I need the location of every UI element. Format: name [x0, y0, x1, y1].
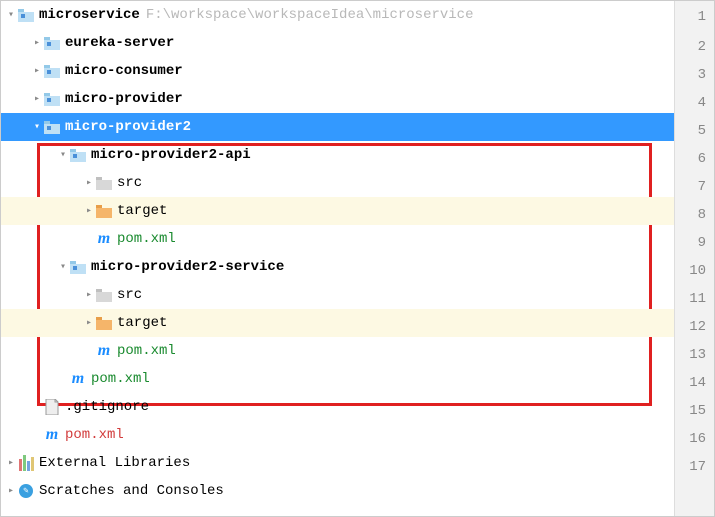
module-name: micro-provider: [65, 91, 183, 107]
line-number: 6: [675, 145, 714, 173]
line-number: 10: [675, 257, 714, 285]
chevron-right-icon[interactable]: ▸: [31, 37, 43, 49]
external-libs-label: External Libraries: [39, 455, 190, 471]
tree-row-root[interactable]: ▾ microservice F:\workspace\workspaceIde…: [1, 1, 674, 29]
module-folder-icon: [43, 90, 61, 108]
maven-icon: m: [69, 370, 87, 388]
module-folder-icon: [69, 258, 87, 276]
line-number: 2: [675, 33, 714, 61]
folder-name: target: [117, 315, 167, 331]
file-name: pom.xml: [65, 427, 124, 443]
maven-icon: m: [95, 342, 113, 360]
line-number: 1: [675, 1, 714, 33]
file-name: pom.xml: [117, 231, 176, 247]
tree-row-file[interactable]: ▸ m pom.xml: [1, 421, 674, 449]
module-folder-icon: [69, 146, 87, 164]
line-number: 13: [675, 341, 714, 369]
tree-row-submodule[interactable]: ▾ micro-provider2-api: [1, 141, 674, 169]
chevron-right-icon[interactable]: ▸: [31, 65, 43, 77]
file-name: pom.xml: [117, 343, 176, 359]
submodule-name: micro-provider2-api: [91, 147, 251, 163]
file-name: pom.xml: [91, 371, 150, 387]
chevron-down-icon[interactable]: ▾: [57, 149, 69, 161]
chevron-down-icon[interactable]: ▾: [57, 261, 69, 273]
submodule-name: micro-provider2-service: [91, 259, 284, 275]
chevron-right-icon[interactable]: ▸: [5, 457, 17, 469]
folder-name: src: [117, 175, 142, 191]
tree-row-file[interactable]: ▸ .gitignore: [1, 393, 674, 421]
folder-name: src: [117, 287, 142, 303]
libraries-icon: [17, 454, 35, 472]
chevron-right-icon[interactable]: ▸: [83, 289, 95, 301]
module-folder-icon: [43, 62, 61, 80]
chevron-down-icon[interactable]: ▾: [5, 9, 17, 21]
folder-name: target: [117, 203, 167, 219]
project-tree: ▾ microservice F:\workspace\workspaceIde…: [1, 1, 674, 516]
module-folder-icon: [43, 34, 61, 52]
file-icon: [43, 398, 61, 416]
line-number: 17: [675, 453, 714, 481]
tree-row-folder[interactable]: ▸ src: [1, 169, 674, 197]
module-name: micro-provider2: [65, 119, 191, 135]
tree-row-module-selected[interactable]: ▾ micro-provider2: [1, 113, 674, 141]
tree-row-file[interactable]: ▸ m pom.xml: [1, 365, 674, 393]
line-number: 7: [675, 173, 714, 201]
maven-icon: m: [95, 230, 113, 248]
line-number: 15: [675, 397, 714, 425]
file-name: .gitignore: [65, 399, 149, 415]
scratches-icon: ✎: [17, 482, 35, 500]
tree-row-file[interactable]: ▸ m pom.xml: [1, 225, 674, 253]
tree-row-module[interactable]: ▸ micro-provider: [1, 85, 674, 113]
tree-row-file[interactable]: ▸ m pom.xml: [1, 337, 674, 365]
line-number: 3: [675, 61, 714, 89]
line-number: 11: [675, 285, 714, 313]
module-folder-icon: [17, 6, 35, 24]
tree-row-target[interactable]: ▸ target: [1, 309, 674, 337]
scratches-label: Scratches and Consoles: [39, 483, 224, 499]
module-name: micro-consumer: [65, 63, 183, 79]
chevron-right-icon[interactable]: ▸: [83, 177, 95, 189]
tree-row-target[interactable]: ▸ target: [1, 197, 674, 225]
tree-row-module[interactable]: ▸ eureka-server: [1, 29, 674, 57]
chevron-right-icon[interactable]: ▸: [5, 485, 17, 497]
line-number: 14: [675, 369, 714, 397]
line-number: 9: [675, 229, 714, 257]
editor-gutter: 1 2 3 4 5 6 7 8 9 10 11 12 13 14 15 16 1…: [674, 1, 714, 516]
target-folder-icon: [95, 202, 113, 220]
line-number: 5: [675, 117, 714, 145]
root-path: F:\workspace\workspaceIdea\microservice: [146, 7, 474, 23]
line-number: 12: [675, 313, 714, 341]
line-number: 4: [675, 89, 714, 117]
chevron-right-icon[interactable]: ▸: [83, 317, 95, 329]
maven-icon: m: [43, 426, 61, 444]
line-number: 16: [675, 425, 714, 453]
chevron-right-icon[interactable]: ▸: [83, 205, 95, 217]
line-number: 8: [675, 201, 714, 229]
tree-row-scratches[interactable]: ▸ ✎ Scratches and Consoles: [1, 477, 674, 505]
root-name: microservice: [39, 7, 140, 23]
chevron-right-icon[interactable]: ▸: [31, 93, 43, 105]
folder-icon: [95, 174, 113, 192]
folder-icon: [95, 286, 113, 304]
chevron-down-icon[interactable]: ▾: [31, 121, 43, 133]
tree-row-external-libs[interactable]: ▸ External Libraries: [1, 449, 674, 477]
tree-row-module[interactable]: ▸ micro-consumer: [1, 57, 674, 85]
module-folder-icon: [43, 118, 61, 136]
module-name: eureka-server: [65, 35, 174, 51]
tree-row-folder[interactable]: ▸ src: [1, 281, 674, 309]
target-folder-icon: [95, 314, 113, 332]
tree-row-submodule[interactable]: ▾ micro-provider2-service: [1, 253, 674, 281]
